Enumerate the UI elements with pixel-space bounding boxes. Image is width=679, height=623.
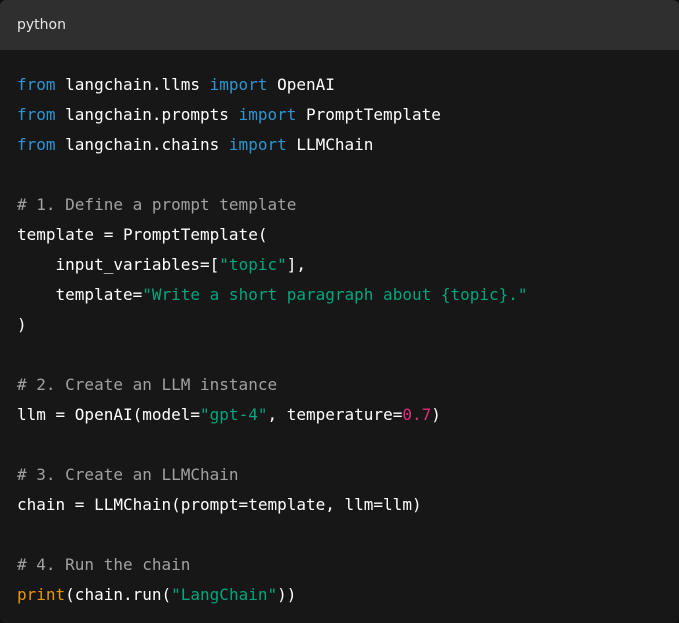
- code-token: import: [228, 135, 287, 154]
- code-token: from: [17, 135, 56, 154]
- code-line: template = PromptTemplate(: [17, 220, 662, 250]
- code-token: langchain.prompts: [55, 105, 239, 124]
- code-line: from langchain.chains import LLMChain: [17, 130, 662, 160]
- code-token: langchain.chains: [55, 135, 229, 154]
- code-line: # 1. Define a prompt template: [17, 190, 662, 220]
- code-token: )): [277, 585, 297, 604]
- code-line: from langchain.llms import OpenAI: [17, 70, 662, 100]
- code-token: # 3. Create an LLMChain: [17, 465, 239, 484]
- code-token: "Write a short paragraph about {topic}.": [142, 285, 528, 304]
- code-token: "gpt-4": [200, 405, 268, 424]
- code-token: chain = LLMChain(prompt=template, llm=ll…: [17, 495, 422, 514]
- code-token: # 1. Define a prompt template: [17, 195, 297, 214]
- code-token: llm = OpenAI(model=: [17, 405, 201, 424]
- code-token: , temperature=: [267, 405, 403, 424]
- code-token: from: [17, 105, 56, 124]
- code-token: ): [17, 315, 27, 334]
- code-token: "LangChain": [171, 585, 278, 604]
- code-line: # 3. Create an LLMChain: [17, 460, 662, 490]
- code-token: 0.7: [402, 405, 432, 424]
- code-line: input_variables=["topic"],: [17, 250, 662, 280]
- code-token: template = PromptTemplate(: [17, 225, 268, 244]
- code-line: from langchain.prompts import PromptTemp…: [17, 100, 662, 130]
- code-line: ): [17, 310, 662, 340]
- code-token: # 2. Create an LLM instance: [17, 375, 278, 394]
- code-line: chain = LLMChain(prompt=template, llm=ll…: [17, 490, 662, 520]
- code-token: import: [209, 75, 268, 94]
- code-token: print: [17, 585, 66, 604]
- code-line: print(chain.run("LangChain")): [17, 580, 662, 610]
- code-content[interactable]: from langchain.llms import OpenAI from la…: [17, 70, 662, 610]
- code-block: python from langchain.llms import OpenAI…: [0, 0, 679, 623]
- code-token: (chain.run(: [65, 585, 172, 604]
- code-token: langchain.llms: [55, 75, 210, 94]
- code-token: ],: [286, 255, 306, 274]
- code-token: input_variables=[: [17, 255, 220, 274]
- code-token: # 4. Run the chain: [17, 555, 191, 574]
- code-token: import: [238, 105, 297, 124]
- code-language-label: python: [0, 0, 679, 50]
- code-token: "topic": [219, 255, 287, 274]
- code-token: template=: [17, 285, 143, 304]
- code-line: llm = OpenAI(model="gpt-4", temperature=…: [17, 400, 662, 430]
- code-body[interactable]: from langchain.llms import OpenAI from la…: [0, 50, 679, 610]
- code-token: from: [17, 75, 56, 94]
- code-token: LLMChain: [286, 135, 374, 154]
- code-line: template="Write a short paragraph about …: [17, 280, 662, 310]
- code-token: PromptTemplate: [296, 105, 441, 124]
- code-token: OpenAI: [267, 75, 335, 94]
- code-line: # 4. Run the chain: [17, 550, 662, 580]
- code-token: ): [431, 405, 441, 424]
- code-line: # 2. Create an LLM instance: [17, 370, 662, 400]
